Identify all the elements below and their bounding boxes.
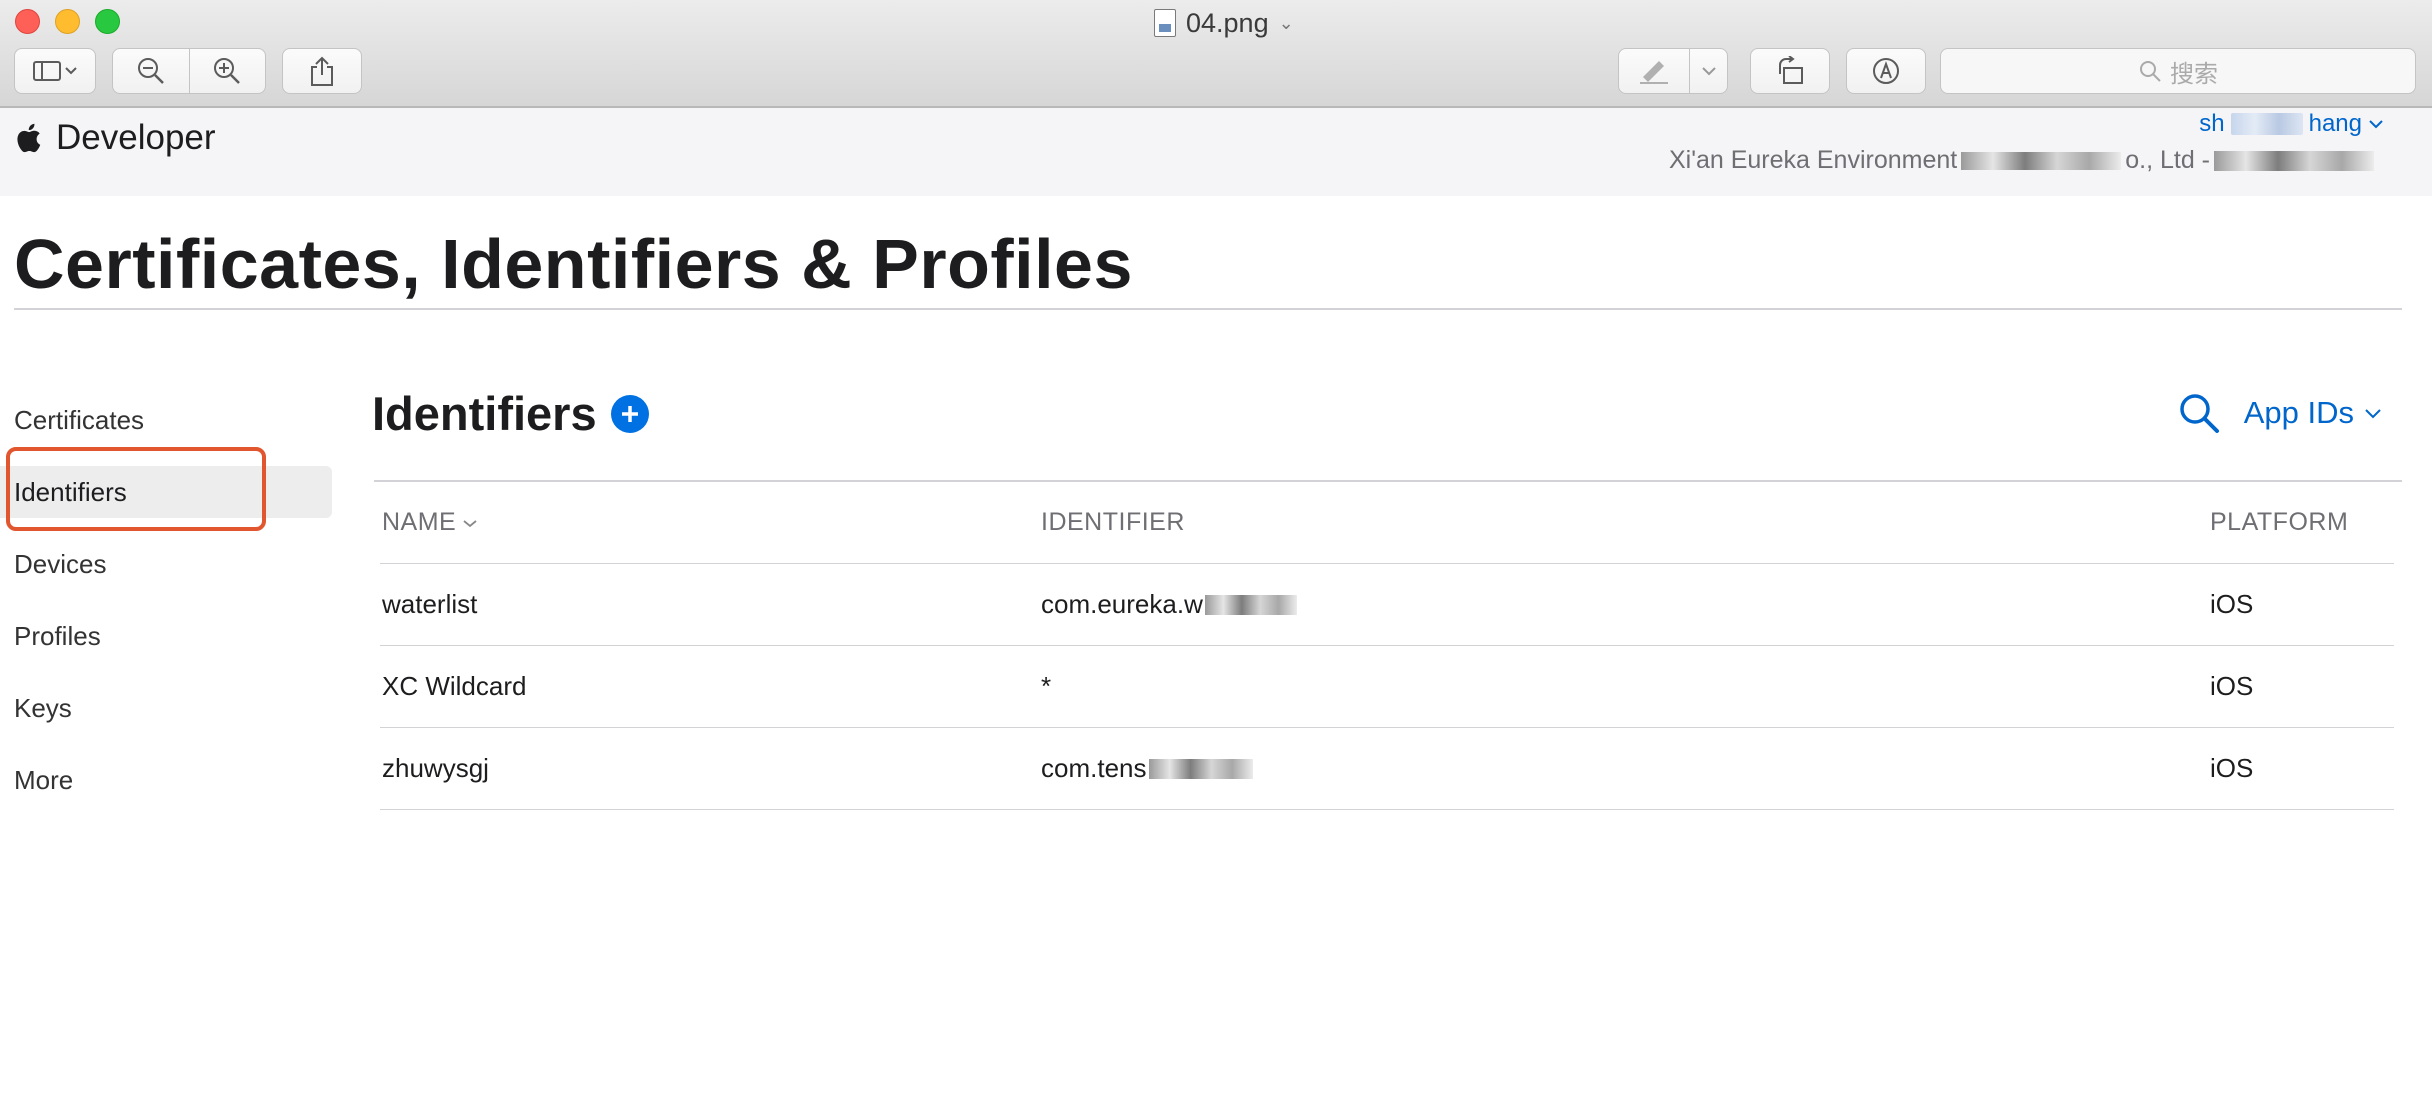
share-icon (311, 56, 333, 86)
search-icon (2140, 61, 2161, 82)
developer-home-link[interactable]: Developer (14, 118, 216, 158)
table-row[interactable]: zhuwysgj com.tens iOS (380, 728, 2394, 810)
zoom-in-button[interactable] (190, 49, 266, 93)
markup-dropdown-button[interactable] (1690, 49, 1727, 93)
sidebar-item-devices[interactable]: Devices (0, 538, 332, 590)
search-placeholder: 搜索 (2170, 60, 2218, 88)
zoom-control (112, 48, 266, 94)
sidebar-item-profiles[interactable]: Profiles (0, 610, 332, 662)
window-titlebar: 04.png ⌄ 搜索 (0, 0, 2432, 108)
cell-platform: iOS (2210, 671, 2254, 701)
cell-identifier: com.tens (1041, 728, 1253, 809)
cell-identifier: com.eureka.w (1041, 564, 1297, 645)
cell-platform: iOS (2210, 753, 2254, 783)
plus-icon (621, 405, 638, 422)
zoom-window-button[interactable] (95, 9, 120, 34)
table-row[interactable]: XC Wildcard * iOS (380, 646, 2394, 728)
markup-pen-icon (1640, 61, 1669, 84)
document-title[interactable]: 04.png ⌄ (1154, 6, 1294, 40)
rotate-icon (1779, 56, 1803, 84)
minimize-window-button[interactable] (55, 9, 80, 34)
redacted-text (1204, 594, 1297, 615)
annotation-highlight-box (6, 447, 266, 531)
rotate-button[interactable] (1750, 48, 1830, 94)
sort-chevron-icon (463, 519, 477, 527)
chevron-down-icon (1701, 67, 1716, 76)
zoom-in-icon (214, 58, 241, 84)
chevron-down-icon: ⌄ (1278, 12, 1294, 33)
add-identifier-button[interactable] (610, 394, 649, 433)
sidebar-item-keys[interactable]: Keys (0, 682, 332, 734)
markup-pen-button[interactable] (1619, 49, 1691, 93)
team-name: Xi'an Eureka Environment o., Ltd - (1669, 146, 2374, 175)
page-title: Certificates, Identifiers & Profiles (14, 225, 1133, 303)
section-title-text: Identifiers (372, 387, 597, 440)
list-tools: App IDs (2178, 392, 2382, 434)
redacted-text (1961, 151, 2122, 170)
team-name-mid: o., Ltd - (2125, 146, 2210, 174)
file-icon (1154, 9, 1176, 37)
account-menu[interactable]: sh hang (2199, 110, 2384, 138)
cell-name: zhuwysgj (382, 753, 489, 783)
section-title: Identifiers (372, 386, 649, 441)
zoom-out-icon (137, 58, 164, 84)
site-header: Developer sh hang Xi'an Eureka Environme… (0, 108, 2432, 196)
annotate-button[interactable] (1846, 48, 1926, 94)
zoom-out-button[interactable] (113, 49, 190, 93)
document-title-text: 04.png (1186, 7, 1269, 38)
apple-logo-icon (17, 123, 41, 153)
redacted-text (1148, 758, 1253, 779)
sidebar-icon (33, 61, 77, 81)
redacted-name (2230, 113, 2303, 135)
close-window-button[interactable] (15, 9, 40, 34)
column-header-name-label: NAME (382, 508, 457, 536)
markup-control (1618, 48, 1728, 94)
search-icon[interactable] (2178, 392, 2220, 434)
chevron-down-icon (2365, 409, 2381, 419)
team-name-start: Xi'an Eureka Environment (1668, 146, 1958, 174)
cell-name: XC Wildcard (382, 671, 527, 701)
sidebar-item-more[interactable]: More (0, 754, 332, 806)
annotate-icon (1873, 58, 1899, 84)
brand-text: Developer (56, 118, 216, 157)
cell-platform: iOS (2210, 589, 2254, 619)
divider (14, 308, 2402, 310)
filter-label: App IDs (2243, 395, 2354, 430)
column-header-identifier[interactable]: IDENTIFIER (1041, 482, 1185, 563)
cell-identifier: * (1041, 671, 1052, 701)
identifier-text: com.eureka.w (1041, 589, 1203, 619)
column-header-platform[interactable]: PLATFORM (2210, 482, 2348, 563)
share-button[interactable] (282, 48, 362, 94)
table-header-row: NAME IDENTIFIER PLATFORM (380, 482, 2394, 564)
sidebar-item-certificates[interactable]: Certificates (0, 394, 332, 446)
search-field[interactable]: 搜索 (1940, 48, 2416, 94)
user-name-end: hang (2308, 110, 2362, 137)
cell-name: waterlist (382, 589, 478, 619)
table-row[interactable]: waterlist com.eureka.w iOS (380, 564, 2394, 646)
column-header-name[interactable]: NAME (382, 482, 478, 563)
redacted-team-id (2214, 150, 2374, 171)
app-ids-filter-dropdown[interactable]: App IDs (2244, 395, 2382, 431)
user-name-start: sh (2199, 110, 2225, 137)
identifier-text: com.tens (1041, 753, 1147, 783)
sidebar-toggle-button[interactable] (14, 48, 96, 94)
chevron-down-icon (2369, 120, 2383, 129)
